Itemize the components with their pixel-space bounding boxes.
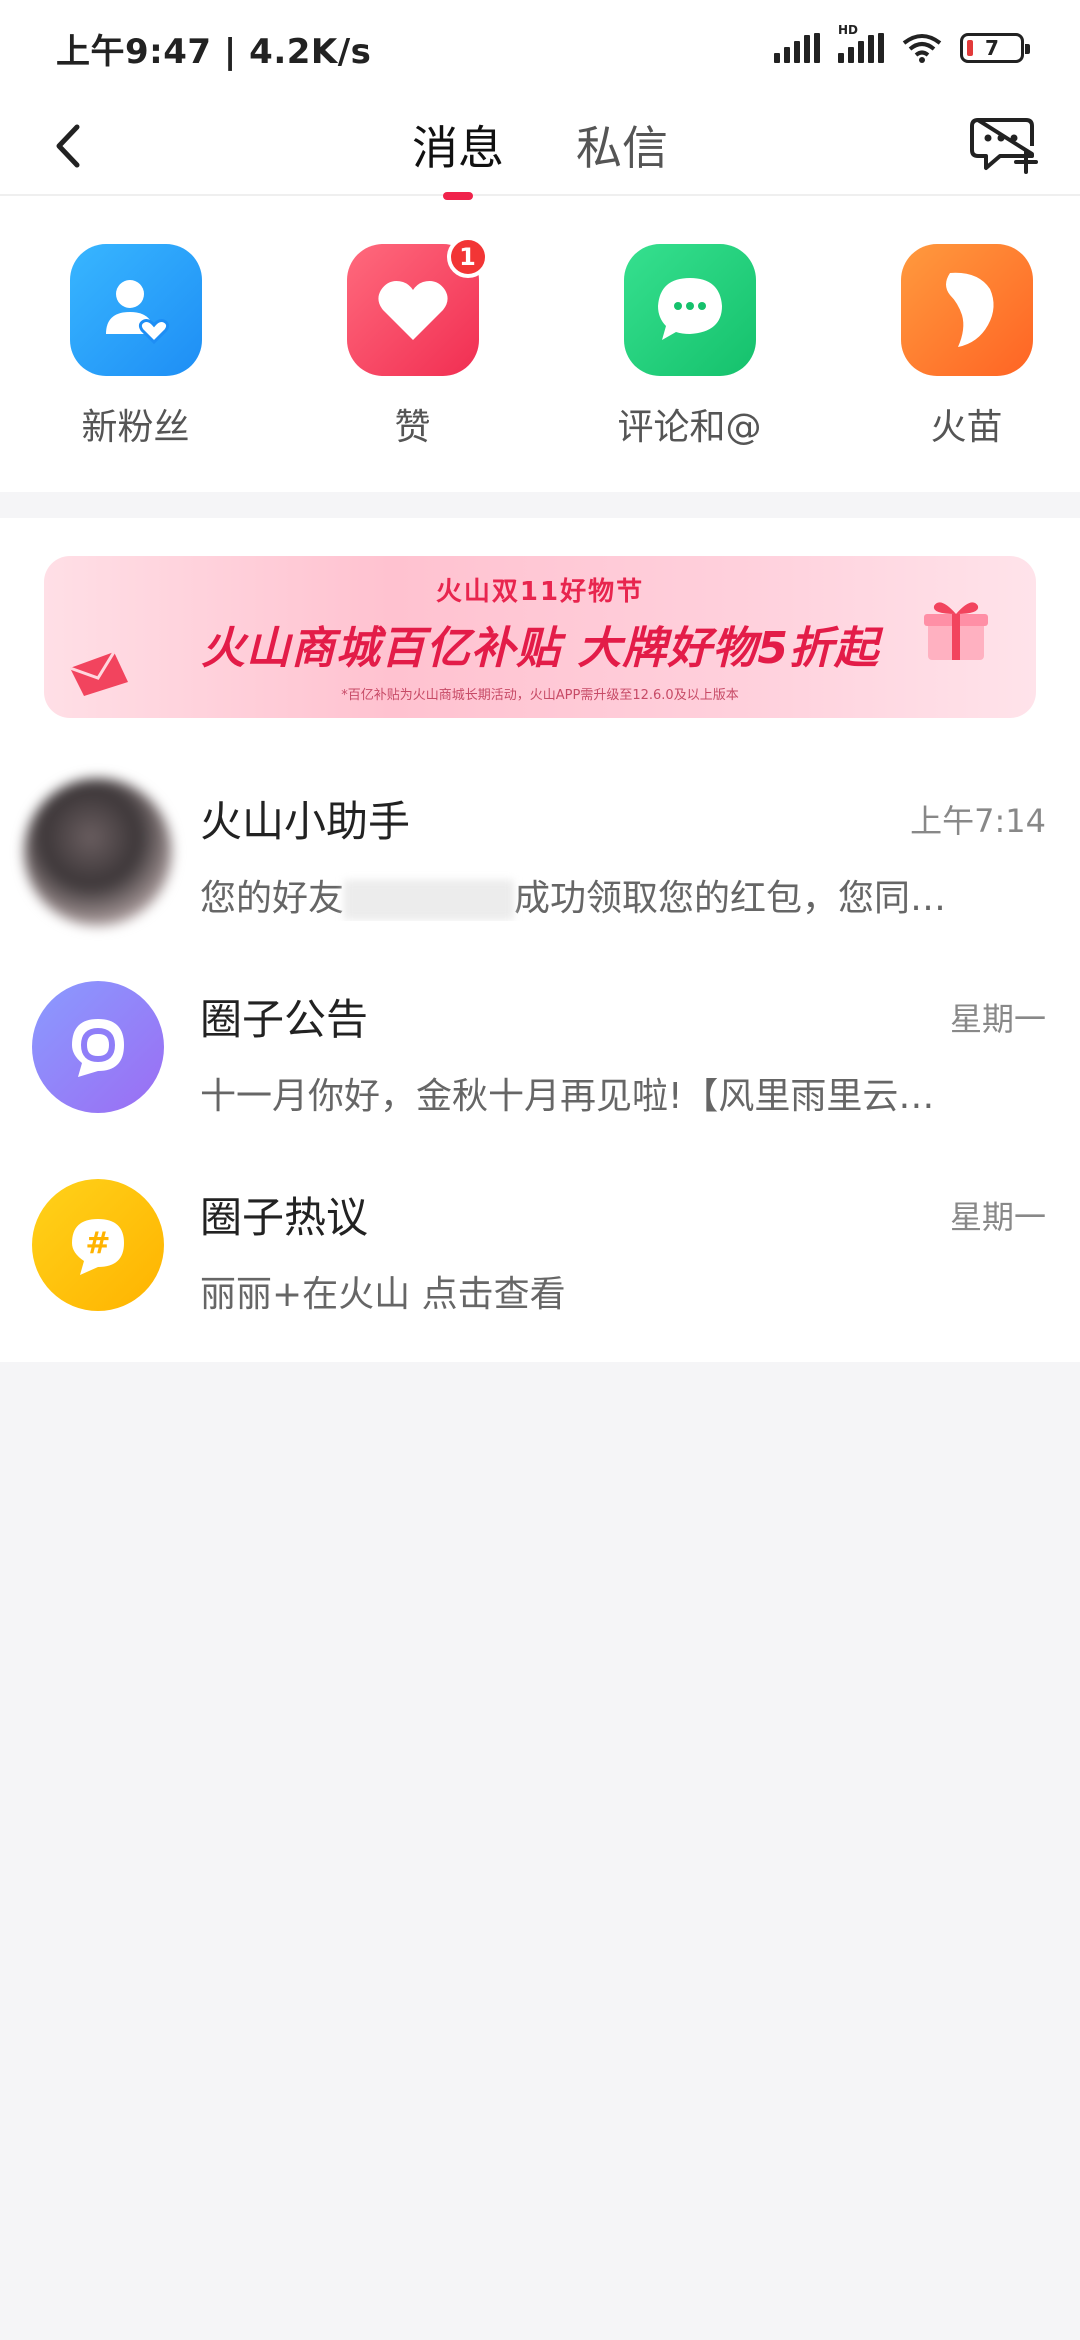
chevron-left-icon	[56, 124, 80, 168]
message-header: 圈子公告 星期一	[200, 986, 1046, 1047]
status-icons: HD 7	[774, 23, 1030, 63]
category-label: 评论和@	[617, 407, 762, 448]
top-panel: 上午9:47 | 4.2K/s HD 7 消息 私信 新粉丝 1 赞 评论和@ …	[0, 0, 1080, 492]
category-label: 新粉丝	[81, 407, 190, 448]
hd-label: HD	[838, 23, 859, 37]
redacted-name	[344, 880, 515, 920]
category-new-followers[interactable]: 新粉丝	[68, 244, 203, 450]
banner-subtitle: 火山双11好物节	[435, 577, 645, 607]
new-follower-icon	[69, 244, 202, 376]
notification-categories: 新粉丝 1 赞 评论和@ 火苗	[0, 196, 1080, 492]
message-content: 圈子热议 星期一 丽丽+在火山 点击查看	[200, 1184, 1046, 1317]
avatar: #	[32, 1179, 164, 1311]
category-likes[interactable]: 1 赞	[345, 236, 489, 450]
category-flames[interactable]: 火苗	[899, 244, 1034, 450]
status-time: 上午9:47 | 4.2K/s	[56, 31, 372, 72]
hashtag-bubble-icon: #	[72, 1219, 124, 1275]
heart-icon: 1	[346, 236, 489, 376]
list-item[interactable]: # 圈子热议 星期一 丽丽+在火山 点击查看	[0, 1146, 1080, 1344]
message-preview: 您的好友 成功领取您的红包，您同…	[200, 869, 960, 921]
preview-start: 您的好友	[200, 878, 345, 919]
red-envelope-icon	[69, 651, 128, 696]
tab-bar: 消息 私信	[408, 112, 672, 178]
promo-banner[interactable]: 火山双11好物节 火山商城百亿补贴 大牌好物5折起 *百亿补贴为火山商城长期活动…	[44, 556, 1036, 718]
section-divider	[0, 492, 1080, 518]
category-comments[interactable]: 评论和@	[618, 244, 762, 450]
unread-badge: 1	[446, 236, 489, 278]
message-header: 圈子热议 星期一	[200, 1184, 1046, 1245]
message-title: 圈子热议	[200, 1193, 369, 1242]
hashtag-symbol: #	[85, 1226, 110, 1261]
signal-icon	[774, 33, 820, 63]
app: 上午9:47 | 4.2K/s HD 7 消息 私信 新粉丝 1 赞 评论和@ …	[0, 0, 1080, 2340]
banner-note: *百亿补贴为火山商城长期活动，火山APP需升级至12.6.0及以上版本	[341, 688, 739, 703]
message-time: 星期一	[949, 1197, 1046, 1236]
signal-hd-icon: HD	[838, 23, 884, 63]
category-label: 赞	[394, 407, 431, 448]
message-list: 火山小助手 上午7:14 您的好友 成功领取您的红包，您同… 圈子公告 星期一 十…	[0, 750, 1080, 1362]
announcement-bubble-icon	[72, 1019, 124, 1077]
tab-private-messages[interactable]: 私信	[572, 112, 672, 178]
category-label: 火苗	[930, 407, 1003, 448]
nav-bar: 消息 私信	[0, 96, 1080, 196]
avatar	[32, 981, 164, 1113]
comment-bubble-icon	[623, 244, 756, 376]
back-button[interactable]	[40, 118, 96, 174]
wifi-icon	[902, 34, 942, 63]
message-header: 火山小助手 上午7:14	[200, 788, 1046, 849]
gift-box-icon	[924, 602, 988, 660]
avatar	[24, 778, 172, 926]
message-title: 火山小助手	[200, 797, 411, 846]
message-preview: 十一月你好，金秋十月再见啦!【风里雨里云…	[200, 1076, 935, 1117]
message-time: 上午7:14	[910, 801, 1046, 840]
new-chat-button[interactable]	[970, 114, 1040, 178]
status-bar: 上午9:47 | 4.2K/s HD 7	[0, 0, 1080, 96]
message-content: 圈子公告 星期一 十一月你好，金秋十月再见啦!【风里雨里云…	[200, 986, 1046, 1119]
promo-banner-container: 火山双11好物节 火山商城百亿补贴 大牌好物5折起 *百亿补贴为火山商城长期活动…	[0, 518, 1080, 750]
battery-level: 7	[985, 36, 999, 60]
message-content: 火山小助手 上午7:14 您的好友 成功领取您的红包，您同…	[200, 788, 1046, 921]
list-item[interactable]: 火山小助手 上午7:14 您的好友 成功领取您的红包，您同…	[0, 750, 1080, 948]
tab-messages[interactable]: 消息	[408, 112, 508, 178]
banner-title: 火山商城百亿补贴 大牌好物5折起	[201, 623, 879, 674]
battery-icon: 7	[960, 33, 1030, 63]
message-time: 星期一	[949, 999, 1046, 1038]
flame-icon	[900, 244, 1033, 376]
message-title: 圈子公告	[200, 995, 369, 1044]
message-preview: 丽丽+在火山 点击查看	[200, 1274, 566, 1315]
preview-end: 成功领取您的红包，您同…	[514, 878, 947, 919]
list-item[interactable]: 圈子公告 星期一 十一月你好，金秋十月再见啦!【风里雨里云…	[0, 948, 1080, 1146]
chat-plus-icon	[970, 118, 1038, 174]
